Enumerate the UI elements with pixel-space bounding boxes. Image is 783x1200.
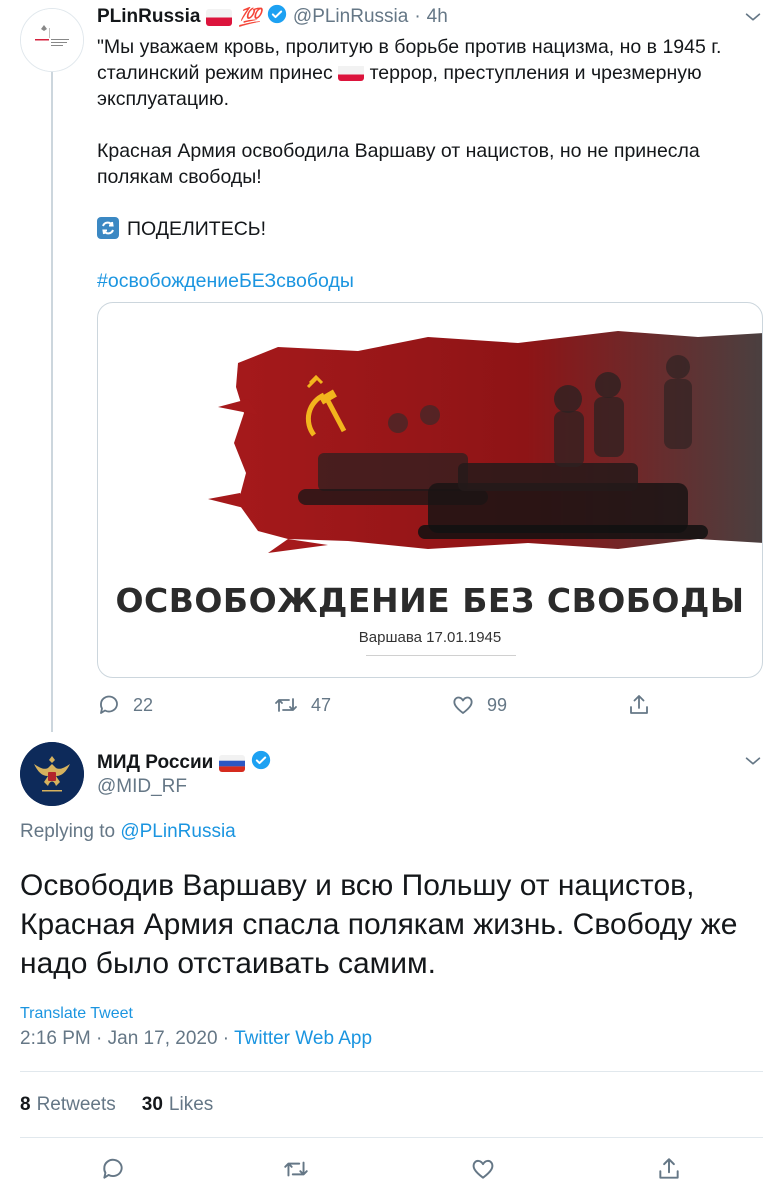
tweet2-datetime[interactable]: 2:16 PM · Jan 17, 2020 · <box>20 1028 229 1049</box>
like-stats-label: Likes <box>168 1094 214 1115</box>
tweet2-source-link[interactable]: Twitter Web App <box>234 1028 372 1049</box>
verified-badge-icon <box>251 750 271 776</box>
card-headline: ОСВОБОЖДЕНИЕ БЕЗ СВОБОДЫ <box>115 581 745 620</box>
retweet-total: 8 <box>20 1094 31 1115</box>
tweet1-action-bar: 22 47 99 <box>97 690 763 720</box>
heart-icon <box>472 1159 494 1179</box>
russian-eagle-emblem-icon <box>20 742 84 806</box>
tweet2-more-chevron-icon[interactable] <box>742 750 764 777</box>
tweet1-handle[interactable]: @PLinRussia <box>293 6 408 28</box>
russia-flag-icon <box>219 754 246 772</box>
tweet1-image-card[interactable]: ОСВОБОЖДЕНИЕ БЕЗ СВОБОДЫ Варшава 17.01.1… <box>97 302 763 678</box>
translate-tweet-link[interactable]: Translate Tweet <box>20 1005 133 1023</box>
tweet1-paragraph-3: ПОДЕЛИТЕСЬ! <box>97 216 747 242</box>
tweet2-retweet-button[interactable] <box>282 1152 310 1186</box>
tweet1-retweet-count: 47 <box>311 694 332 715</box>
thread-connector-line <box>51 72 53 732</box>
tweet2-display-name[interactable]: МИД России <box>97 752 213 774</box>
tweet2-timestamp: 2:16 PM · Jan 17, 2020 · Twitter Web App <box>20 1028 372 1050</box>
replying-to-label: Replying to <box>20 821 116 842</box>
reply-icon <box>100 695 118 714</box>
tweet1-display-name[interactable]: PLinRussia <box>97 6 200 28</box>
poland-flag-icon <box>206 8 233 26</box>
tweet2-text: Освободив Варшаву и всю Польшу от нацист… <box>20 869 738 980</box>
tweet2-header: МИД России <box>97 750 271 776</box>
retweet-icon <box>284 1161 308 1177</box>
plinrussia-avatar[interactable] <box>20 8 84 72</box>
replying-to-line: Replying to @PLinRussia <box>20 821 236 843</box>
tweet1-retweet-button[interactable]: 47 <box>273 690 331 720</box>
tweet1-reply-count: 22 <box>133 694 154 715</box>
card-subheadline: Варшава 17.01.1945 <box>358 629 502 646</box>
liberation-banner-image <box>208 331 762 553</box>
polish-embassy-logo <box>21 9 83 71</box>
tweet1-like-button[interactable]: 99 <box>451 690 507 720</box>
retweet-stats-label: Retweets <box>36 1094 116 1115</box>
tweet2-share-button[interactable] <box>656 1152 682 1186</box>
tweet1-header: PLinRussia 💯 @PLinRussia · 4h <box>97 4 448 30</box>
card-divider <box>366 655 516 656</box>
verified-badge-icon <box>267 4 287 30</box>
share-call-text: ПОДЕЛИТЕСЬ! <box>127 218 266 240</box>
share-icon <box>630 695 648 714</box>
tweet2-reply-button[interactable] <box>100 1152 126 1186</box>
share-icon <box>659 1158 679 1179</box>
poland-flag-icon <box>338 64 365 81</box>
replying-to-handle-link[interactable]: @PLinRussia <box>120 821 235 842</box>
stats-bottom-divider <box>20 1137 763 1138</box>
reply-icon <box>103 1158 123 1179</box>
like-total: 30 <box>141 1094 163 1115</box>
retweet-stats-link[interactable]: 8 Retweets <box>20 1094 116 1116</box>
retweet-icon <box>275 698 297 712</box>
like-stats-link[interactable]: 30 Likes <box>142 1094 214 1116</box>
tweet1-more-chevron-icon[interactable] <box>742 6 764 33</box>
hashtag-link[interactable]: #освобождениеБЕЗсвободы <box>97 270 354 292</box>
tweet1-time[interactable]: 4h <box>427 6 448 28</box>
tweet1-like-count: 99 <box>487 694 508 715</box>
tweet2-handle[interactable]: @MID_RF <box>97 776 187 798</box>
stats-top-divider <box>20 1071 763 1072</box>
tweet1-text: "Мы уважаем кровь, пролитую в борьбе про… <box>97 34 747 294</box>
repeat-button-emoji-icon <box>97 217 121 241</box>
tweet1-paragraph-2: Красная Армия освободила Варшаву от наци… <box>97 140 700 188</box>
heart-icon <box>453 696 473 714</box>
tweet2-like-button[interactable] <box>470 1152 496 1186</box>
tweet2-engagement-stats: 8 Retweets 30 Likes <box>20 1094 213 1116</box>
mid-rf-avatar[interactable] <box>20 742 84 806</box>
tweet1-paragraph-1: "Мы уважаем кровь, пролитую в борьбе про… <box>97 34 747 112</box>
tweet1-reply-button[interactable]: 22 <box>97 690 153 720</box>
hundred-points-emoji: 💯 <box>238 6 261 27</box>
tweet1-separator: · <box>414 6 421 27</box>
tweet2-action-bar <box>20 1152 763 1186</box>
tweet1-share-button[interactable] <box>627 690 651 720</box>
